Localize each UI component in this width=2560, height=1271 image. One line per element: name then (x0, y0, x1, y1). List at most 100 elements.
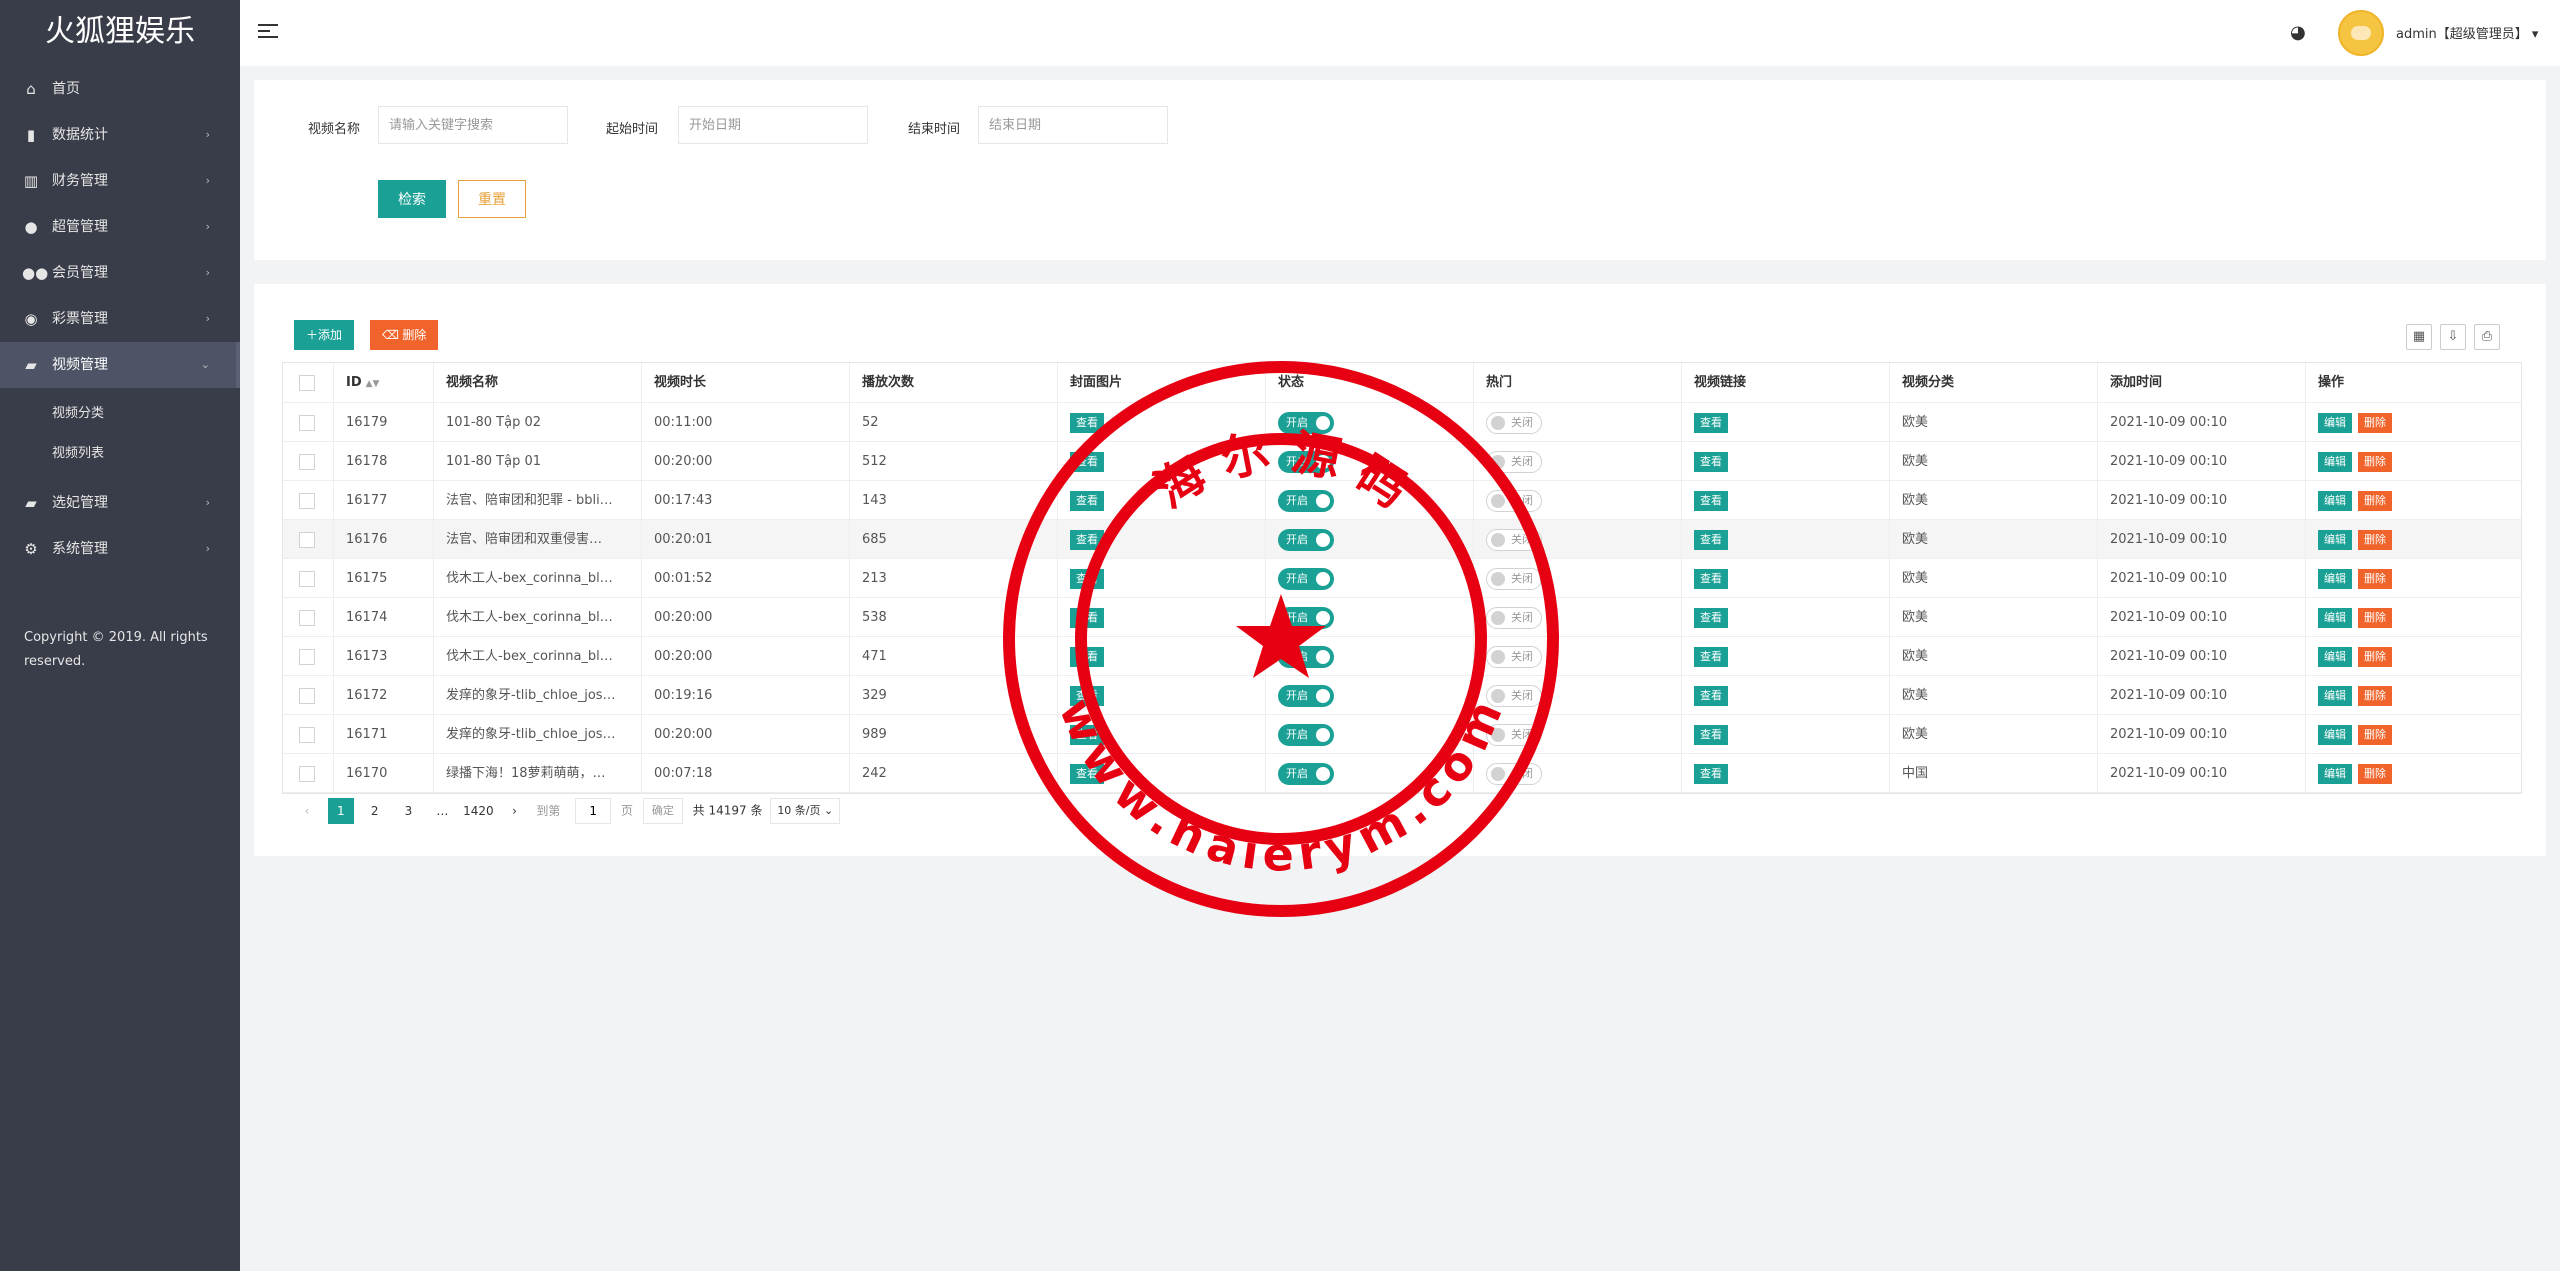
hot-toggle[interactable]: 关闭 (1486, 528, 1542, 551)
hot-toggle[interactable]: 关闭 (1486, 489, 1542, 512)
view-cover-button[interactable]: 查看 (1070, 490, 1104, 511)
goto-confirm-button[interactable]: 确定 (642, 798, 683, 824)
goto-page-input[interactable] (575, 798, 612, 824)
status-toggle[interactable]: 开启 (1278, 606, 1334, 629)
status-toggle[interactable]: 开启 (1278, 450, 1334, 473)
edit-button[interactable]: 编辑 (2318, 490, 2352, 511)
avatar[interactable] (2338, 10, 2384, 56)
sidebar-item-lottery[interactable]: ◉ 彩票管理 › (0, 296, 240, 342)
user-menu[interactable]: admin【超级管理员】 ▾ (2396, 23, 2538, 42)
row-checkbox[interactable] (299, 609, 315, 626)
sidebar-item-home[interactable]: ⌂ 首页 (0, 66, 240, 112)
view-cover-button[interactable]: 查看 (1070, 607, 1104, 628)
delete-button[interactable]: 删除 (2358, 685, 2392, 706)
status-toggle[interactable]: 开启 (1278, 411, 1334, 434)
delete-button[interactable]: 删除 (2358, 568, 2392, 589)
end-date-input[interactable] (978, 106, 1168, 144)
sidebar-item-members[interactable]: ●● 会员管理 › (0, 250, 240, 296)
columns-icon[interactable]: ▦ (2406, 324, 2432, 350)
view-link-button[interactable]: 查看 (1694, 607, 1728, 628)
select-all-checkbox[interactable] (299, 374, 315, 391)
hot-toggle[interactable]: 关闭 (1486, 606, 1542, 629)
hot-toggle[interactable]: 关闭 (1486, 684, 1542, 707)
view-link-button[interactable]: 查看 (1694, 490, 1728, 511)
sidebar-subitem-video-list[interactable]: 视频列表 (0, 434, 240, 474)
bulk-delete-button[interactable]: ⌫ 删除 (370, 320, 439, 350)
view-link-button[interactable]: 查看 (1694, 451, 1728, 472)
view-link-button[interactable]: 查看 (1694, 646, 1728, 667)
edit-button[interactable]: 编辑 (2318, 724, 2352, 745)
page-2[interactable]: 2 (362, 798, 388, 824)
row-checkbox[interactable] (299, 648, 315, 665)
row-checkbox[interactable] (299, 570, 315, 587)
sidebar-item-concubine[interactable]: ▰ 选妃管理 › (0, 480, 240, 526)
view-cover-button[interactable]: 查看 (1070, 763, 1104, 784)
sidebar-item-video[interactable]: ▰ 视频管理 ⌄ (0, 342, 240, 388)
edit-button[interactable]: 编辑 (2318, 685, 2352, 706)
view-link-button[interactable]: 查看 (1694, 685, 1728, 706)
delete-button[interactable]: 删除 (2358, 412, 2392, 433)
view-link-button[interactable]: 查看 (1694, 763, 1728, 784)
row-checkbox[interactable] (299, 414, 315, 431)
view-cover-button[interactable]: 查看 (1070, 529, 1104, 550)
hot-toggle[interactable]: 关闭 (1486, 762, 1542, 785)
search-button[interactable]: 检索 (378, 180, 446, 218)
menu-icon[interactable] (258, 24, 278, 40)
status-toggle[interactable]: 开启 (1278, 762, 1334, 785)
status-toggle[interactable]: 开启 (1278, 684, 1334, 707)
page-last[interactable]: 1420 (463, 798, 494, 824)
hot-toggle[interactable]: 关闭 (1486, 450, 1542, 473)
row-checkbox[interactable] (299, 726, 315, 743)
hot-toggle[interactable]: 关闭 (1486, 645, 1542, 668)
edit-button[interactable]: 编辑 (2318, 451, 2352, 472)
reset-button[interactable]: 重置 (458, 180, 526, 218)
view-cover-button[interactable]: 查看 (1070, 451, 1104, 472)
status-toggle[interactable]: 开启 (1278, 489, 1334, 512)
add-button[interactable]: ＋添加 (294, 320, 355, 350)
delete-button[interactable]: 删除 (2358, 646, 2392, 667)
row-checkbox[interactable] (299, 453, 315, 470)
export-icon[interactable]: ⇩ (2440, 324, 2466, 350)
edit-button[interactable]: 编辑 (2318, 646, 2352, 667)
page-1[interactable]: 1 (327, 798, 354, 824)
sidebar-item-admins[interactable]: ● 超管管理 › (0, 204, 240, 250)
delete-button[interactable]: 删除 (2358, 490, 2392, 511)
status-toggle[interactable]: 开启 (1278, 645, 1334, 668)
palette-icon[interactable]: ◕ (2290, 22, 2306, 43)
view-link-button[interactable]: 查看 (1694, 568, 1728, 589)
row-checkbox[interactable] (299, 531, 315, 548)
print-icon[interactable]: ⎙ (2474, 324, 2500, 350)
delete-button[interactable]: 删除 (2358, 451, 2392, 472)
view-link-button[interactable]: 查看 (1694, 412, 1728, 433)
delete-button[interactable]: 删除 (2358, 724, 2392, 745)
sidebar-item-stats[interactable]: ▮ 数据统计 › (0, 112, 240, 158)
hot-toggle[interactable]: 关闭 (1486, 411, 1542, 434)
page-3[interactable]: 3 (395, 798, 421, 824)
video-name-input[interactable] (378, 106, 568, 144)
edit-button[interactable]: 编辑 (2318, 763, 2352, 784)
delete-button[interactable]: 删除 (2358, 607, 2392, 628)
sort-icon[interactable]: ▲▼ (366, 379, 380, 389)
col-id[interactable]: ID ▲▼ (333, 363, 433, 402)
row-checkbox[interactable] (299, 687, 315, 704)
view-cover-button[interactable]: 查看 (1070, 646, 1104, 667)
sidebar-item-finance[interactable]: ▥ 财务管理 › (0, 158, 240, 204)
view-link-button[interactable]: 查看 (1694, 724, 1728, 745)
view-link-button[interactable]: 查看 (1694, 529, 1728, 550)
row-checkbox[interactable] (299, 492, 315, 509)
next-page-icon[interactable]: › (502, 798, 528, 824)
start-date-input[interactable] (678, 106, 868, 144)
hot-toggle[interactable]: 关闭 (1486, 723, 1542, 746)
per-page-select[interactable]: 10 条/页 ⌄ (770, 798, 841, 824)
edit-button[interactable]: 编辑 (2318, 607, 2352, 628)
row-checkbox[interactable] (299, 765, 315, 782)
sidebar-item-system[interactable]: ⚙ 系统管理 › (0, 526, 240, 572)
status-toggle[interactable]: 开启 (1278, 723, 1334, 746)
edit-button[interactable]: 编辑 (2318, 412, 2352, 433)
view-cover-button[interactable]: 查看 (1070, 568, 1104, 589)
view-cover-button[interactable]: 查看 (1070, 685, 1104, 706)
sidebar-subitem-video-category[interactable]: 视频分类 (0, 394, 240, 434)
delete-button[interactable]: 删除 (2358, 529, 2392, 550)
edit-button[interactable]: 编辑 (2318, 568, 2352, 589)
delete-button[interactable]: 删除 (2358, 763, 2392, 784)
